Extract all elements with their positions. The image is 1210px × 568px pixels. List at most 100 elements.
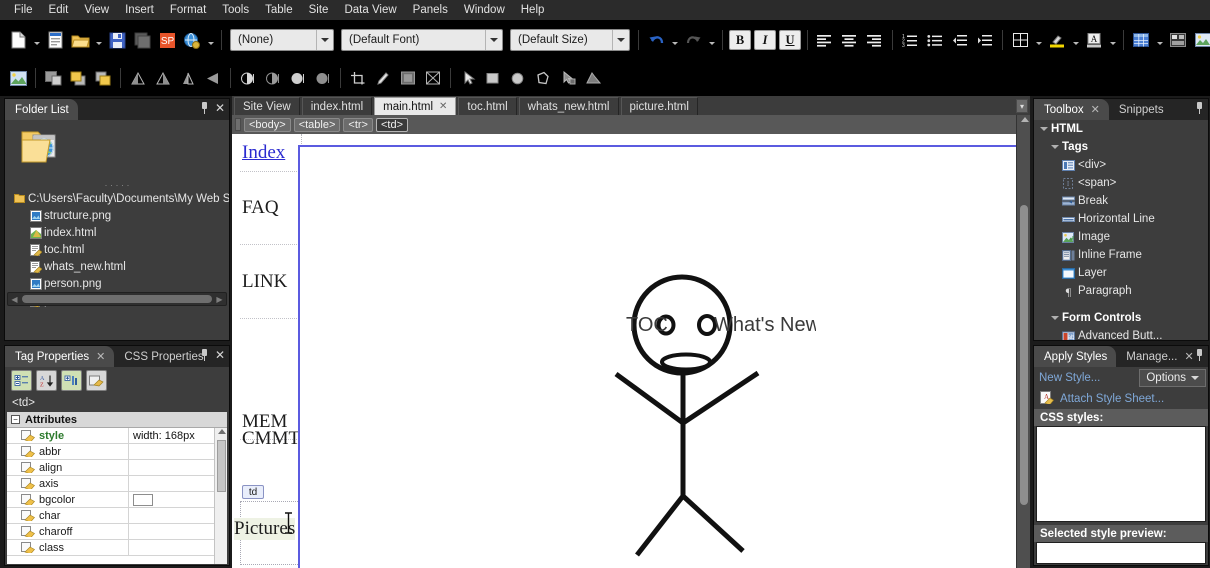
scroll-left-icon[interactable]: ◀ <box>8 295 21 304</box>
menu-panels[interactable]: Panels <box>405 2 456 18</box>
redo-icon[interactable] <box>681 28 705 52</box>
edit-tag-icon[interactable] <box>86 370 107 391</box>
set-transparent-color-icon[interactable] <box>371 66 395 90</box>
underline-button[interactable]: U <box>779 30 801 50</box>
quick-tag-grip[interactable] <box>235 118 241 131</box>
color-swatch[interactable] <box>133 493 153 506</box>
menu-view[interactable]: View <box>76 2 117 18</box>
crop-icon[interactable] <box>346 66 370 90</box>
attribute-row-class[interactable]: class <box>7 540 227 556</box>
menu-insert[interactable]: Insert <box>117 2 162 18</box>
tab-toc-html[interactable]: toc.html <box>458 97 517 115</box>
bold-button[interactable]: B <box>729 30 751 50</box>
save-icon[interactable] <box>105 28 129 52</box>
toolbox-item-inline-frame[interactable]: Inline Frame <box>1034 246 1208 264</box>
toolbox-item-div[interactable]: <div> <box>1034 156 1208 174</box>
flip-vertical-icon[interactable] <box>201 66 225 90</box>
style-combo[interactable]: (None) <box>230 29 334 51</box>
font-color-dropdown[interactable] <box>1107 28 1118 52</box>
insert-table-dropdown[interactable] <box>1154 28 1165 52</box>
pin-icon[interactable] <box>1195 349 1204 361</box>
new-document-dropdown[interactable] <box>31 28 42 52</box>
quick-tag-body[interactable]: <body> <box>244 117 291 132</box>
set-attribute-icon[interactable] <box>61 370 82 391</box>
attribute-row-style[interactable]: style width: 168px <box>7 428 227 444</box>
web-site-icon[interactable] <box>43 28 67 52</box>
menu-site[interactable]: Site <box>301 2 337 18</box>
scroll-up-icon[interactable] <box>1021 117 1029 122</box>
menu-format[interactable]: Format <box>162 2 214 18</box>
css-styles-list[interactable] <box>1036 426 1206 522</box>
toolbox-item-span[interactable]: I <span> <box>1034 174 1208 192</box>
tab-whats-new-html[interactable]: whats_new.html <box>518 97 619 115</box>
tabstrip-overflow-button[interactable]: ▾ <box>1016 99 1028 113</box>
menu-edit[interactable]: Edit <box>41 2 77 18</box>
tab-folder-list[interactable]: Folder List <box>5 99 78 120</box>
design-canvas[interactable]: Index FAQ LINK MEM CMMT td Pictures TOC … <box>232 134 1016 568</box>
folder-root-row[interactable]: C:\Users\Faculty\Documents\My Web Si <box>5 190 229 207</box>
font-size-combo[interactable]: (Default Size) <box>510 29 630 51</box>
nav-cell-faq[interactable]: FAQ <box>240 172 301 245</box>
stick-figure-image[interactable]: TOC What's New <box>586 247 821 560</box>
chevron-down-icon[interactable] <box>612 30 629 50</box>
increase-indent-icon[interactable] <box>973 28 997 52</box>
toolbox-group-tags[interactable]: Tags <box>1034 138 1208 156</box>
attribute-row-bgcolor[interactable]: bgcolor <box>7 492 227 508</box>
toolbox-item-break[interactable]: Break <box>1034 192 1208 210</box>
attribute-value[interactable]: width: 168px <box>129 430 227 442</box>
highlight-dropdown[interactable] <box>1070 28 1081 52</box>
nav-cell-mem-cmmt[interactable]: MEM CMMT <box>240 319 301 448</box>
attribute-value-cell[interactable] <box>129 493 227 506</box>
menu-help[interactable]: Help <box>513 2 553 18</box>
new-document-icon[interactable] <box>6 28 30 52</box>
borders-dropdown[interactable] <box>1033 28 1044 52</box>
rectangular-hotspot-icon[interactable] <box>481 66 505 90</box>
tab-css-properties[interactable]: CSS Properties <box>114 346 213 367</box>
file-row-structure-png[interactable]: structure.png <box>5 207 229 224</box>
more-brightness-icon[interactable] <box>286 66 310 90</box>
tab-index-html[interactable]: index.html <box>301 97 373 115</box>
attach-style-sheet-link[interactable]: Attach Style Sheet... <box>1060 393 1164 405</box>
decrease-indent-icon[interactable] <box>948 28 972 52</box>
menu-table[interactable]: Table <box>257 2 301 18</box>
toolbox-item-paragraph[interactable]: ¶ Paragraph <box>1034 282 1208 300</box>
attribute-row-char[interactable]: char <box>7 508 227 524</box>
alphabetical-view-icon[interactable]: AZ <box>36 370 57 391</box>
rotate-right-icon[interactable] <box>151 66 175 90</box>
new-style-link[interactable]: New Style... <box>1039 372 1100 384</box>
scroll-right-icon[interactable]: ▶ <box>213 295 226 304</box>
chevron-down-icon[interactable] <box>485 30 502 50</box>
menu-tools[interactable]: Tools <box>214 2 257 18</box>
chevron-down-icon[interactable] <box>1048 145 1062 149</box>
pin-icon[interactable] <box>1195 102 1204 114</box>
bevel-icon[interactable] <box>396 66 420 90</box>
toolbox-item-image[interactable]: Image <box>1034 228 1208 246</box>
circular-hotspot-icon[interactable] <box>506 66 530 90</box>
close-icon[interactable]: ✕ <box>439 101 447 112</box>
menu-file[interactable]: File <box>6 2 41 18</box>
nav-link-index[interactable]: Index <box>242 142 285 164</box>
nav-cell-link[interactable]: LINK <box>240 245 301 319</box>
rotate-left-icon[interactable] <box>126 66 150 90</box>
nav-cell-index[interactable]: Index <box>240 134 301 172</box>
close-icon[interactable]: ✕ <box>215 349 225 361</box>
undo-icon[interactable] <box>644 28 668 52</box>
scroll-thumb[interactable] <box>22 295 212 303</box>
close-icon[interactable]: ✕ <box>1091 103 1100 116</box>
quick-tag-tr[interactable]: <tr> <box>343 117 373 132</box>
highlight-color-icon[interactable] <box>1045 28 1069 52</box>
menu-window[interactable]: Window <box>456 2 513 18</box>
close-icon[interactable]: ✕ <box>96 350 105 363</box>
collapse-icon[interactable]: − <box>11 415 20 424</box>
attribute-row-charoff[interactable]: charoff <box>7 524 227 540</box>
close-icon[interactable]: ✕ <box>1184 350 1193 363</box>
attributes-vertical-scrollbar[interactable] <box>214 428 227 564</box>
align-right-icon[interactable] <box>863 28 887 52</box>
menu-data-view[interactable]: Data View <box>336 2 404 18</box>
insert-picture-icon[interactable] <box>1191 28 1210 52</box>
highlight-hotspots-icon[interactable] <box>556 66 580 90</box>
select-pointer-icon[interactable] <box>456 66 480 90</box>
options-button[interactable]: Options <box>1139 369 1206 387</box>
tab-manage-styles[interactable]: Manage... ✕ <box>1116 346 1203 367</box>
preview-dropdown[interactable] <box>205 28 216 52</box>
